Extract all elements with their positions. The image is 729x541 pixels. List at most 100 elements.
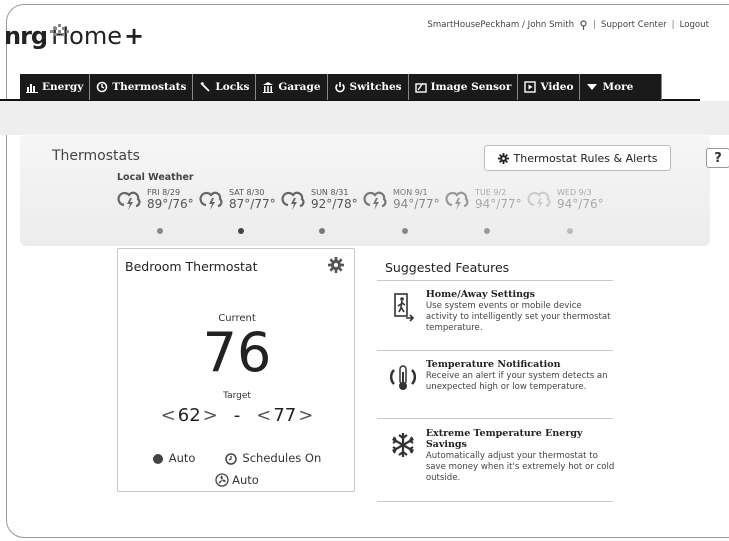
garage-icon: [263, 82, 274, 93]
schedules-label: Schedules On: [242, 451, 322, 465]
timeline-dot: [238, 228, 244, 234]
current-temperature: 76: [202, 321, 272, 384]
account-link[interactable]: SmartHousePeckham / John Smith: [427, 20, 574, 30]
feature-title: Home/Away Settings: [425, 289, 536, 300]
content-band: [0, 101, 729, 135]
home-away-icon: [394, 293, 414, 322]
nav-label: Image Sensor: [430, 81, 512, 93]
mode-label: Auto: [168, 451, 196, 465]
forecast-temp: 94°/77°: [393, 196, 440, 211]
thermostat-rules-button[interactable]: Thermostat Rules & Alerts: [484, 145, 671, 171]
mode-dot-icon: [152, 453, 163, 464]
nav-tab-garage[interactable]: Garage: [256, 74, 328, 100]
feature-extreme-temperature[interactable]: Extreme Temperature Energy Savings Autom…: [380, 428, 615, 484]
nav-tab-energy[interactable]: Energy: [20, 74, 91, 100]
video-icon: [524, 81, 537, 93]
rules-button-label: Thermostat Rules & Alerts: [513, 151, 658, 165]
cool-increase-button[interactable]: >: [296, 405, 315, 426]
feature-description: Use system events or mobile device activ…: [425, 300, 611, 334]
mode-control[interactable]: Auto: [152, 451, 196, 465]
logout-link[interactable]: Logout: [680, 20, 709, 30]
heat-increase-button[interactable]: >: [201, 405, 220, 426]
logo-nrg: nrg: [4, 22, 48, 50]
nav-label: Garage: [278, 81, 321, 93]
forecast-temp: 87°/77°: [229, 196, 276, 211]
nav-tab-image-sensor[interactable]: Image Sensor: [408, 74, 519, 100]
nav-label: Locks: [215, 81, 250, 93]
nav-tab-switches[interactable]: Switches: [327, 74, 409, 100]
main-nav: Energy Thermostats Locks Garage Switches…: [20, 74, 663, 100]
location-pin-icon[interactable]: [579, 20, 588, 30]
feature-description: Automatically adjust your thermostat to …: [425, 450, 615, 484]
heat-decrease-button[interactable]: <: [159, 405, 178, 426]
feature-home-away[interactable]: Home/Away Settings Use system events or …: [380, 289, 615, 334]
cool-decrease-button[interactable]: <: [254, 405, 273, 426]
logo-burst-icon: [50, 24, 69, 36]
support-center-link[interactable]: Support Center: [601, 20, 667, 30]
setpoint-controls: < 62 > - < 77 >: [118, 405, 356, 426]
link-separator: |: [593, 20, 597, 30]
forecast-day: SUN 8/31 92°/78°: [281, 188, 363, 212]
thunderstorm-icon: [281, 191, 305, 210]
fan-label: Auto: [232, 473, 259, 487]
divider: [377, 418, 613, 419]
timeline-dot: [319, 228, 325, 234]
schedules-control[interactable]: Schedules On: [225, 451, 321, 465]
logo-plus: +: [123, 22, 145, 50]
divider: [377, 501, 613, 502]
power-icon: [334, 82, 345, 93]
forecast-day: MON 9/1 94°/77°: [363, 188, 445, 212]
thunderstorm-icon: [363, 191, 387, 210]
nav-tab-more[interactable]: More: [580, 74, 663, 100]
energy-icon: [26, 84, 38, 93]
timeline-dot: [484, 228, 490, 234]
thermostat-name: Bedroom Thermostat: [125, 259, 258, 274]
forecast-temp: 92°/78°: [311, 196, 358, 211]
thermostat-card: Bedroom Thermostat Current 76 Target < 6…: [117, 248, 355, 492]
heat-setpoint: 62: [177, 405, 201, 426]
divider: [377, 350, 613, 351]
forecast-temp: 94°/77°: [475, 196, 522, 211]
gear-icon: [497, 152, 509, 164]
timeline-dot: [157, 228, 163, 234]
fan-control[interactable]: Auto: [118, 473, 356, 487]
weather-forecast: FRI 8/29 89°/76° SAT 8/30 87°/77° SUN 8/31…: [117, 188, 609, 212]
forecast-temp: 94°/76°: [557, 196, 604, 211]
thunderstorm-icon: [527, 191, 551, 210]
nav-label: Energy: [42, 81, 84, 93]
nav-label: Switches: [349, 81, 402, 93]
gear-icon[interactable]: [328, 257, 344, 273]
nav-tab-video[interactable]: Video: [518, 74, 581, 100]
nav-tab-locks[interactable]: Locks: [193, 74, 257, 100]
forecast-timeline: [157, 228, 573, 234]
nav-label: Thermostats: [112, 81, 187, 93]
fan-icon: [215, 473, 229, 487]
feature-title: Extreme Temperature Energy Savings: [425, 428, 583, 450]
thunderstorm-icon: [199, 191, 223, 210]
thunderstorm-icon: [117, 191, 141, 210]
help-button[interactable]: ?: [706, 148, 729, 168]
thunderstorm-icon: [445, 191, 469, 210]
clock-icon: [225, 452, 238, 465]
forecast-day: SAT 8/30 87°/77°: [199, 188, 281, 212]
caret-down-icon: [587, 84, 598, 90]
link-separator: |: [671, 20, 675, 30]
cool-setpoint: 77: [273, 405, 297, 426]
suggested-features-title: Suggested Features: [385, 260, 510, 275]
forecast-day: WED 9/3 94°/76°: [527, 188, 609, 212]
forecast-day: FRI 8/29 89°/76°: [117, 188, 199, 212]
thermostat-icon: [96, 81, 108, 93]
timeline-dot: [567, 228, 573, 234]
feature-title: Temperature Notification: [425, 359, 561, 370]
nav-tab-thermostats[interactable]: Thermostats: [90, 74, 194, 100]
brand-logo[interactable]: nrg Home +: [4, 22, 144, 50]
divider: [377, 280, 613, 281]
setpoint-separator: -: [233, 405, 241, 426]
feature-temperature-notification[interactable]: Temperature Notification Receive an aler…: [380, 359, 615, 393]
local-weather-label: Local Weather: [117, 172, 194, 183]
snowflake-icon: [391, 433, 414, 457]
account-links: SmartHousePeckham / John Smith | Support…: [427, 20, 709, 30]
nav-label: More: [602, 81, 634, 93]
target-label: Target: [223, 391, 251, 401]
key-icon: [200, 82, 211, 92]
